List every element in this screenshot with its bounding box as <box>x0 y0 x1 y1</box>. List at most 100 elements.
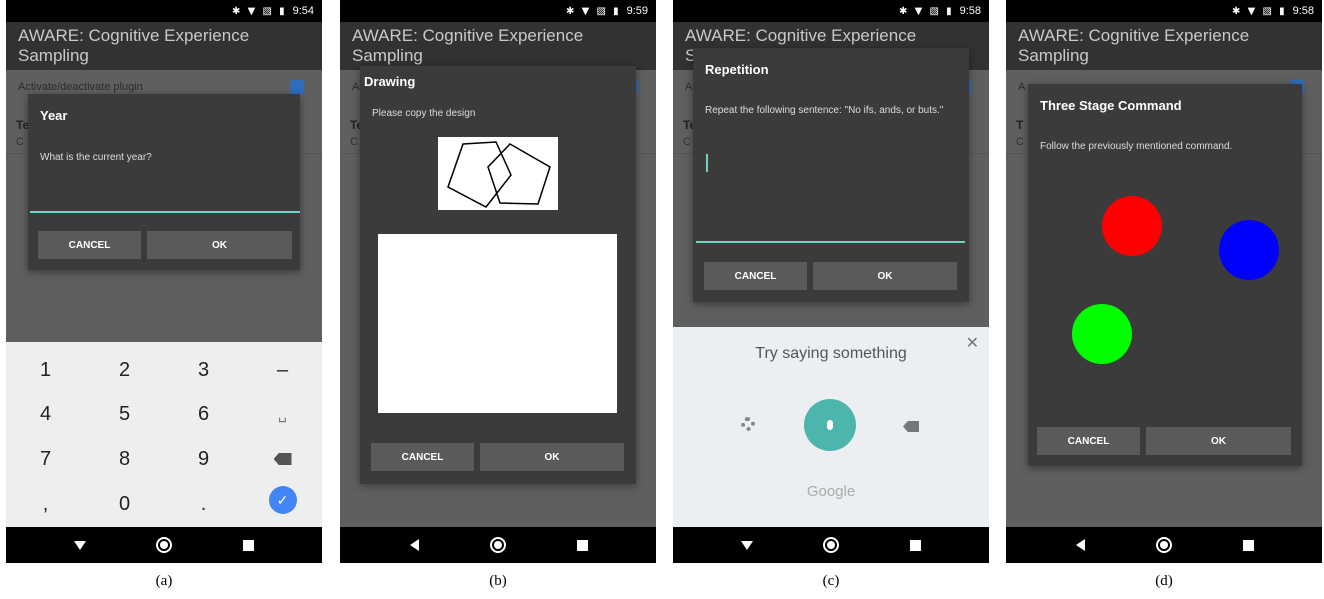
status-icons: ✱ ▼ ▧ ▮ <box>899 5 954 17</box>
reference-design <box>438 137 558 210</box>
nav-bar <box>340 527 656 563</box>
home-icon <box>823 537 839 553</box>
check-icon: ✓ <box>268 486 297 514</box>
cancel-button[interactable]: CANCEL <box>371 443 474 471</box>
caption-b: (b) <box>489 573 507 589</box>
cancel-button[interactable]: CANCEL <box>1037 427 1140 455</box>
back-icon <box>74 540 86 550</box>
key-6[interactable]: 6 <box>164 392 243 436</box>
back-icon <box>1075 539 1085 551</box>
dialog-instruction: Follow the previously mentioned command. <box>1040 141 1233 152</box>
home-button[interactable] <box>1144 527 1184 563</box>
status-bar: ✱ ▼ ▧ ▮ 9:58 <box>673 0 989 22</box>
key-9[interactable]: 9 <box>164 437 243 481</box>
green-circle[interactable] <box>1072 304 1132 364</box>
status-time: 9:58 <box>1292 5 1314 17</box>
key-5[interactable]: 5 <box>85 392 164 436</box>
app-title: AWARE: Cognitive Experience Sampling <box>6 22 322 70</box>
nav-bar <box>1006 527 1322 563</box>
year-input[interactable] <box>30 211 300 213</box>
drawing-canvas[interactable] <box>378 234 617 413</box>
back-button[interactable] <box>1060 527 1100 563</box>
recents-button[interactable] <box>228 527 268 563</box>
done-key[interactable]: ✓ <box>243 478 322 522</box>
home-button[interactable] <box>144 527 184 563</box>
ok-button[interactable]: OK <box>1146 427 1291 455</box>
key-1[interactable]: 1 <box>6 348 85 392</box>
key-period[interactable]: . <box>164 482 243 526</box>
backspace-icon[interactable] <box>903 421 919 432</box>
back-icon <box>409 539 419 551</box>
setting-title: T <box>1016 118 1024 132</box>
key-4[interactable]: 4 <box>6 392 85 436</box>
blue-circle[interactable] <box>1219 220 1279 280</box>
home-button[interactable] <box>478 527 518 563</box>
ok-button[interactable]: OK <box>147 231 292 259</box>
close-icon[interactable]: ✕ <box>966 333 979 353</box>
pentagons-image <box>447 141 551 208</box>
backspace-icon <box>273 453 292 465</box>
key-7[interactable]: 7 <box>6 437 85 481</box>
key-space[interactable]: ␣ <box>243 392 322 436</box>
home-button[interactable] <box>811 527 851 563</box>
dialog-title: Repetition <box>705 62 769 77</box>
status-bar: ✱ ▼ ▧ ▮ 9:59 <box>340 0 656 22</box>
home-icon <box>156 537 172 553</box>
checkbox-icon[interactable] <box>290 80 304 94</box>
caption-c: (c) <box>822 573 840 589</box>
voice-prompt: Try saying something <box>755 345 907 362</box>
phone-screen-a: ✱ ▼ ▧ ▮ 9:54 AWARE: Cognitive Experience… <box>6 0 322 563</box>
phone-screen-c: ✱ ▼ ▧ ▮ 9:58 AWARE: Cognitive Experience… <box>673 0 989 563</box>
mic-icon <box>827 420 833 430</box>
home-icon <box>490 537 506 553</box>
dialog-instruction: Repeat the following sentence: "No ifs, … <box>705 105 944 116</box>
nav-bar <box>6 527 322 563</box>
recents-button[interactable] <box>562 527 602 563</box>
key-3[interactable]: 3 <box>164 348 243 392</box>
gear-icon[interactable] <box>741 417 755 431</box>
response-input[interactable] <box>696 241 965 243</box>
setting-label: A <box>1018 81 1026 93</box>
setting-subtitle: C <box>683 136 691 148</box>
drawing-dialog: Drawing Please copy the design CANCEL OK <box>360 66 636 484</box>
status-icons: ✱ ▼ ▧ ▮ <box>1232 5 1287 17</box>
phone-screen-b: ✱ ▼ ▧ ▮ 9:59 AWARE: Cognitive Experience… <box>340 0 656 563</box>
google-logo: Google <box>806 483 856 500</box>
dialog-title: Year <box>40 108 68 123</box>
setting-label: Activate/deactivate plugin <box>18 81 143 93</box>
backspace-key[interactable] <box>243 437 322 481</box>
setting-subtitle: C <box>350 136 358 148</box>
status-time: 9:54 <box>292 5 314 17</box>
back-button[interactable] <box>60 527 100 563</box>
ok-button[interactable]: OK <box>813 262 957 290</box>
ok-button[interactable]: OK <box>480 443 624 471</box>
key-minus[interactable]: – <box>243 348 322 392</box>
recents-icon <box>909 539 921 551</box>
three-stage-command-dialog: Three Stage Command Follow the previousl… <box>1028 84 1302 466</box>
cancel-button[interactable]: CANCEL <box>704 262 807 290</box>
red-circle[interactable] <box>1102 196 1162 256</box>
repetition-dialog: Repetition Repeat the following sentence… <box>693 48 969 302</box>
back-button[interactable] <box>394 527 434 563</box>
key-0[interactable]: 0 <box>85 482 164 526</box>
recents-button[interactable] <box>1228 527 1268 563</box>
status-time: 9:59 <box>626 5 648 17</box>
caption-d: (d) <box>1155 573 1173 589</box>
setting-subtitle: C <box>1016 136 1024 148</box>
key-2[interactable]: 2 <box>85 348 164 392</box>
cancel-button[interactable]: CANCEL <box>38 231 141 259</box>
key-8[interactable]: 8 <box>85 437 164 481</box>
phone-screen-d: ✱ ▼ ▧ ▮ 9:58 AWARE: Cognitive Experience… <box>1006 0 1322 563</box>
back-icon <box>741 540 753 550</box>
dialog-question: What is the current year? <box>40 152 152 163</box>
app-title: AWARE: Cognitive Experience Sampling <box>340 22 656 70</box>
mic-button[interactable] <box>804 399 856 451</box>
text-cursor <box>706 154 708 172</box>
numeric-keypad: 1 2 3 – 4 5 6 ␣ 7 8 9 , 0 . ✓ <box>6 342 322 527</box>
status-time: 9:58 <box>959 5 981 17</box>
back-button[interactable] <box>727 527 767 563</box>
key-comma[interactable]: , <box>6 482 85 526</box>
recents-button[interactable] <box>895 527 935 563</box>
year-dialog: Year What is the current year? CANCEL OK <box>28 94 300 270</box>
app-title: AWARE: Cognitive Experience Sampling <box>1006 22 1322 70</box>
